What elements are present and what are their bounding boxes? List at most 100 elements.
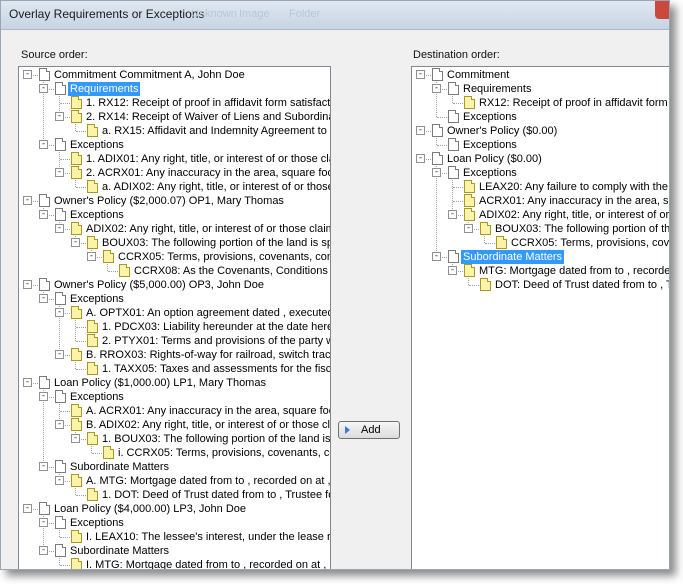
tree-node[interactable]: - Owner's Policy ($2,000.07) OP1, Mary Th…	[19, 194, 330, 208]
collapse-toggle-icon[interactable]: -	[23, 196, 32, 205]
collapse-toggle-icon[interactable]: -	[39, 294, 48, 303]
collapse-toggle-icon[interactable]: -	[416, 154, 425, 163]
tree-node-label: 2. ACRX01: Any inaccuracy in the area, s…	[86, 167, 331, 179]
tree-node[interactable]: - Commitment Commitment A, John Doe	[19, 68, 330, 82]
tree-node[interactable]: - Requirements	[412, 82, 669, 96]
tree-node[interactable]: I. MTG: Mortgage dated from to , recorde…	[19, 558, 330, 569]
tree-node[interactable]: - 1. BOUX03: The following portion of the…	[19, 432, 330, 446]
tree-node[interactable]: - Exceptions	[19, 516, 330, 530]
tree-node[interactable]: - CCRX05: Terms, provisions, covenants, c…	[19, 250, 330, 264]
tree-node[interactable]: 1. ADIX01: Any right, title, or interest…	[19, 152, 330, 166]
tree-node[interactable]: - MTG: Mortgage dated from to , recorded …	[412, 264, 669, 278]
add-button[interactable]: Add	[338, 421, 400, 439]
tree-node[interactable]: - B. ADIX02: Any right, title, or interes…	[19, 418, 330, 432]
collapse-toggle-icon[interactable]: -	[39, 210, 48, 219]
tree-node[interactable]: 1. TAXX05: Taxes and assessments for the…	[19, 362, 330, 376]
tree-node[interactable]: - Exceptions	[19, 138, 330, 152]
document-icon	[39, 68, 50, 81]
collapse-toggle-icon[interactable]: -	[55, 224, 64, 233]
tree-node[interactable]: - 2. ACRX01: Any inaccuracy in the area, …	[19, 166, 330, 180]
tree-node[interactable]: - 2. RX14: Receipt of Waiver of Liens and…	[19, 110, 330, 124]
tree-node-label: Exceptions	[463, 139, 517, 151]
tree-node[interactable]: i. CCRX05: Terms, provisions, covenants,…	[19, 446, 330, 460]
collapse-toggle-icon[interactable]: -	[416, 126, 425, 135]
title-bar[interactable]: Overlay Requirements or Exceptions Unkno…	[1, 1, 669, 30]
tree-node[interactable]: 1. PDCX03: Liability hereunder at the da…	[19, 320, 330, 334]
collapse-toggle-icon[interactable]: -	[39, 462, 48, 471]
collapse-toggle-icon[interactable]: -	[23, 280, 32, 289]
tree-node[interactable]: - Owner's Policy ($5,000.00) OP3, John Do…	[19, 278, 330, 292]
collapse-toggle-icon[interactable]: -	[87, 252, 96, 261]
collapse-toggle-icon[interactable]: -	[464, 224, 473, 233]
tree-node[interactable]: - Commitment	[412, 68, 669, 82]
collapse-toggle-icon[interactable]: -	[55, 168, 64, 177]
tree-node[interactable]: - Subordinate Matters	[412, 250, 669, 264]
collapse-toggle-icon[interactable]: -	[448, 210, 457, 219]
collapse-toggle-icon[interactable]: -	[39, 140, 48, 149]
tree-node[interactable]: - Exceptions	[412, 166, 669, 180]
tree-node[interactable]: Exceptions	[412, 138, 669, 152]
tree-node[interactable]: A. ACRX01: Any inaccuracy in the area, s…	[19, 404, 330, 418]
collapse-toggle-icon[interactable]: -	[39, 518, 48, 527]
tree-node[interactable]: - B. RROX03: Rights-of-way for railroad, …	[19, 348, 330, 362]
tree-node[interactable]: - ADIX02: Any right, title, or interest o…	[412, 208, 669, 222]
tree-node[interactable]: - Loan Policy ($1,000.00) LP1, Mary Thoma…	[19, 376, 330, 390]
yellow-document-icon	[71, 96, 82, 109]
collapse-toggle-icon[interactable]: -	[55, 476, 64, 485]
tree-node[interactable]: RX12: Receipt of proof in affidavit form…	[412, 96, 669, 110]
collapse-toggle-icon[interactable]: -	[71, 434, 80, 443]
collapse-toggle-icon[interactable]: -	[432, 168, 441, 177]
tree-node[interactable]: - Subordinate Matters	[19, 544, 330, 558]
yellow-document-icon	[87, 432, 98, 445]
collapse-toggle-icon[interactable]: -	[39, 392, 48, 401]
tree-node[interactable]: - Loan Policy ($0.00)	[412, 152, 669, 166]
collapse-toggle-icon[interactable]: -	[23, 504, 32, 513]
tree-node[interactable]: 1. DOT: Deed of Trust dated from to , Tr…	[19, 488, 330, 502]
tree-node-label: A. OPTX01: An option agreement dated , e…	[86, 307, 331, 319]
tree-node[interactable]: - BOUX03: The following portion of the la…	[19, 236, 330, 250]
tree-node[interactable]: - Requirements	[19, 82, 330, 96]
tree-node[interactable]: - A. MTG: Mortgage dated from to , record…	[19, 474, 330, 488]
collapse-toggle-icon[interactable]: -	[39, 546, 48, 555]
tree-node[interactable]: ACRX01: Any inaccuracy in the area, squa…	[412, 194, 669, 208]
collapse-toggle-icon[interactable]: -	[55, 308, 64, 317]
tree-node[interactable]: Exceptions	[412, 110, 669, 124]
tree-node[interactable]: - Subordinate Matters	[19, 460, 330, 474]
collapse-toggle-icon[interactable]: -	[55, 420, 64, 429]
tree-node[interactable]: DOT: Deed of Trust dated from to , Tru	[412, 278, 669, 292]
tree-node[interactable]: - ADIX02: Any right, title, or interest o…	[19, 222, 330, 236]
tree-node-label: 1. BOUX03: The following portion of the …	[102, 433, 331, 445]
tree-node[interactable]: - Exceptions	[19, 208, 330, 222]
tree-node[interactable]: a. RX15: Affidavit and Indemnity Agreeme…	[19, 124, 330, 138]
tree-node[interactable]: - Owner's Policy ($0.00)	[412, 124, 669, 138]
tree-node[interactable]: 2. PTYX01: Terms and provisions of the p…	[19, 334, 330, 348]
tree-node[interactable]: I. LEAX10: The lessee's interest, under …	[19, 530, 330, 544]
collapse-toggle-icon[interactable]: -	[39, 84, 48, 93]
tree-node[interactable]: CCRX05: Terms, provisions, covenan	[412, 236, 669, 250]
tree-node[interactable]: - Exceptions	[19, 390, 330, 404]
tree-node[interactable]: - BOUX03: The following portion of the la…	[412, 222, 669, 236]
document-icon	[55, 390, 66, 403]
tree-node[interactable]: - Loan Policy ($4,000.00) LP3, John Doe	[19, 502, 330, 516]
tree-node-label: Owner's Policy ($5,000.00) OP3, John Doe	[54, 279, 264, 291]
tree-node[interactable]: 1. RX12: Receipt of proof in affidavit f…	[19, 96, 330, 110]
tree-node[interactable]: - A. OPTX01: An option agreement dated , …	[19, 306, 330, 320]
collapse-toggle-icon[interactable]: -	[55, 350, 64, 359]
collapse-toggle-icon[interactable]: -	[71, 238, 80, 247]
collapse-toggle-icon[interactable]: -	[416, 70, 425, 79]
destination-tree[interactable]: - Commitment - Requirements RX12: Receipt of…	[411, 66, 669, 569]
collapse-toggle-icon[interactable]: -	[432, 84, 441, 93]
collapse-toggle-icon[interactable]: -	[448, 266, 457, 275]
yellow-document-icon	[71, 222, 82, 235]
collapse-toggle-icon[interactable]: -	[23, 378, 32, 387]
close-icon[interactable]	[655, 1, 669, 19]
tree-node[interactable]: CCRX08: As the Covenants, Conditions and	[19, 264, 330, 278]
collapse-toggle-icon[interactable]: -	[23, 70, 32, 79]
yellow-document-icon	[464, 194, 475, 207]
collapse-toggle-icon[interactable]: -	[55, 112, 64, 121]
tree-node[interactable]: - Exceptions	[19, 292, 330, 306]
collapse-toggle-icon[interactable]: -	[432, 252, 441, 261]
source-tree[interactable]: - Commitment Commitment A, John Doe - Requi…	[18, 66, 331, 569]
tree-node[interactable]: LEAX20: Any failure to comply with the t…	[412, 180, 669, 194]
tree-node[interactable]: a. ADIX02: Any right, title, or interest…	[19, 180, 330, 194]
